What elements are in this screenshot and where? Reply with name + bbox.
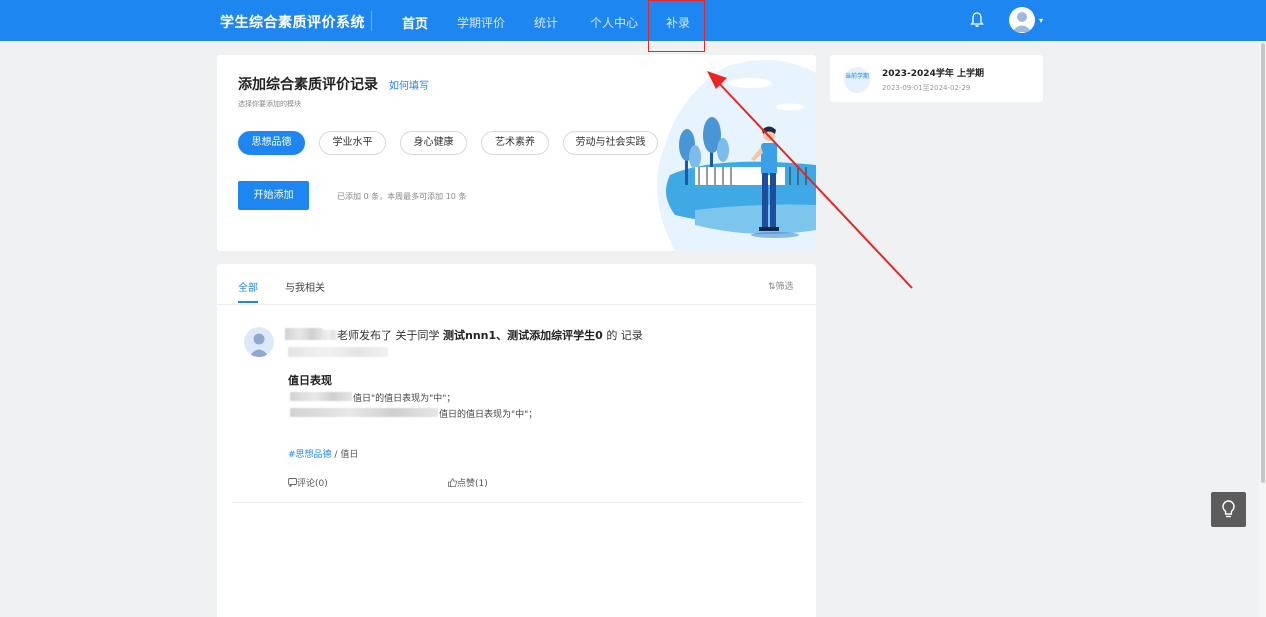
caret-down-icon[interactable]: ▾: [1039, 16, 1043, 25]
add-record-card: 添加综合素质评价记录 如何填写 选择你要添加的模块 思想品德 学业水平 身心健康…: [217, 55, 816, 251]
record-line-2: 值日的值日表现为"中"；: [439, 410, 538, 420]
post-headline-end: 的 记录: [606, 329, 643, 342]
record-feed: 全部 与我相关 ⇅筛选 老师发布了 关于同学 测试nnn1、测试添加综评学生0 …: [217, 264, 816, 617]
thumbs-up-icon: [448, 478, 457, 487]
redacted-post-time: [288, 347, 388, 357]
page-scrollbar-thumb[interactable]: [1261, 43, 1265, 483]
module-chip-moral[interactable]: 思想品德: [238, 131, 305, 155]
term-date-range: 2023-09-01至2024-02-29: [882, 84, 971, 92]
tag-sub-label: / 值日: [334, 450, 359, 460]
record-title: 值日表现: [288, 374, 332, 387]
nav-term-evaluation[interactable]: 学期评价: [457, 14, 505, 31]
how-to-fill-link[interactable]: 如何填写: [389, 77, 429, 92]
module-chip-academic[interactable]: 学业水平: [319, 131, 386, 155]
comment-count-label: 评论(0): [297, 479, 328, 489]
current-term-badge: 当前学期: [844, 67, 870, 93]
tab-all[interactable]: 全部: [238, 279, 258, 294]
brand-divider: [371, 11, 372, 31]
highlight-box: [648, 0, 705, 52]
tag-moral-link[interactable]: #思想品德: [288, 450, 332, 460]
tab-related-to-me[interactable]: 与我相关: [285, 279, 325, 294]
like-count-label: 点赞(1): [457, 479, 488, 489]
module-chip-health[interactable]: 身心健康: [400, 131, 467, 155]
module-chip-labor[interactable]: 劳动与社会实践: [563, 131, 658, 155]
post-headline-prefix: 老师发布了 关于同学: [337, 329, 440, 342]
post-divider: [232, 502, 802, 503]
nav-statistics[interactable]: 统计: [534, 14, 558, 31]
redacted-teacher-name: [285, 328, 323, 340]
comment-button[interactable]: 评论(0): [288, 476, 328, 489]
post-headline: 老师发布了 关于同学 测试nnn1、测试添加综评学生0 的 记录: [337, 327, 643, 343]
lightbulb-icon: [1222, 500, 1235, 518]
record-line-1: 值日"的值日表现为"中"；: [353, 394, 456, 404]
nav-home[interactable]: 首页: [402, 13, 428, 32]
term-title: 2023-2024学年 上学期: [882, 69, 984, 79]
feed-divider: [217, 304, 816, 305]
current-term-card[interactable]: 当前学期 2023-2024学年 上学期 2023-09-01至2024-02-…: [830, 55, 1043, 102]
redacted-line2-prefix: [290, 408, 438, 417]
user-avatar-icon[interactable]: [1009, 7, 1035, 33]
top-navbar: 学生综合素质评价系统 首页 学期评价 统计 个人中心 补录 ▾: [0, 0, 1266, 41]
redacted-teacher-name-tail: [323, 330, 337, 340]
redacted-line1-prefix: [290, 392, 352, 401]
post-student-names[interactable]: 测试nnn1、测试添加综评学生0: [443, 329, 603, 342]
bell-icon[interactable]: [970, 11, 984, 28]
comment-icon: [288, 478, 297, 488]
student-illustration: [657, 59, 816, 251]
start-add-button[interactable]: 开始添加: [238, 181, 309, 210]
lightbulb-help-button[interactable]: [1211, 492, 1246, 527]
add-record-subtitle: 选择你要添加的模块: [238, 100, 301, 108]
filter-button[interactable]: ⇅筛选: [768, 279, 794, 292]
tab-active-indicator: [238, 301, 258, 303]
nav-personal-center[interactable]: 个人中心: [590, 14, 638, 31]
teacher-avatar-icon[interactable]: [244, 327, 274, 357]
module-chip-art[interactable]: 艺术素养: [481, 131, 549, 155]
app-title[interactable]: 学生综合素质评价系统: [220, 12, 365, 32]
add-record-title: 添加综合素质评价记录: [238, 77, 378, 93]
like-button[interactable]: 点赞(1): [448, 476, 488, 489]
add-count-text: 已添加 0 条，本周最多可添加 10 条: [337, 192, 467, 201]
record-tag-line: #思想品德 / 值日: [288, 447, 358, 460]
